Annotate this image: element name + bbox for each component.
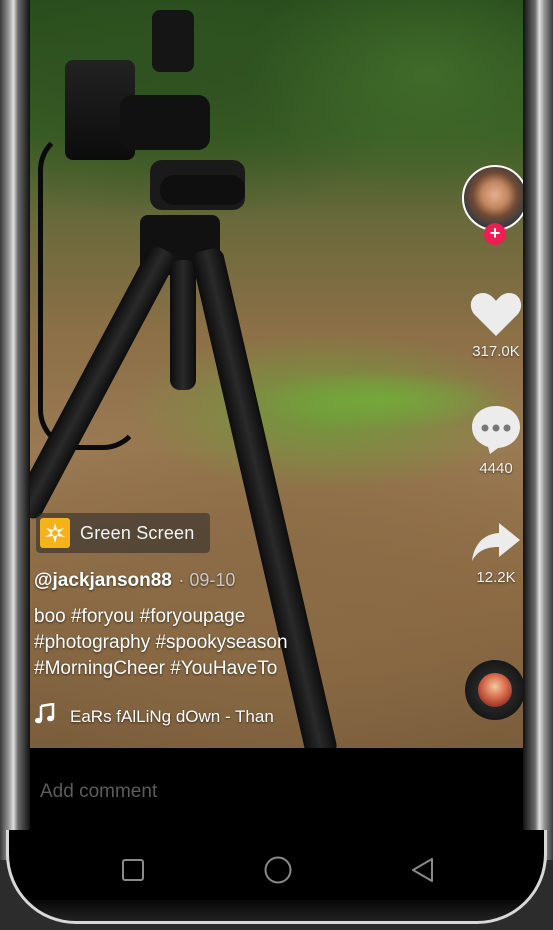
music-disc-cover [478,673,512,707]
share-count: 12.2K [476,569,516,586]
caption: boo #foryou #foryoupage #photography #sp… [34,604,434,682]
post-date: · 09-10 [178,570,236,590]
camera-lens [120,95,210,150]
screen: + 317.0K 4440 12.2K Green Screen @jackja… [30,0,523,900]
music-title: EaRs fAlLiNg dOwn - Than [70,707,274,726]
phone-bezel-left [0,0,30,930]
comment-count: 4440 [479,460,513,477]
music-note-icon [34,702,60,731]
like-count: 317.0K [472,343,520,360]
system-nav-bar [30,834,523,900]
plus-icon: + [489,223,501,243]
phone-device: + 317.0K 4440 12.2K Green Screen @jackja… [0,0,553,930]
tripod-leg-center [170,260,196,390]
username[interactable]: @jackjanson88 [34,570,172,591]
caption-line: #MorningCheer #YouHaveTo [34,658,278,679]
tripod-handle [160,175,245,205]
effect-label: Green Screen [80,522,195,543]
back-button[interactable] [407,854,439,886]
music-disc[interactable] [465,660,523,720]
caption-line: #photography #spookyseason [34,632,288,653]
sparkle-icon [40,518,70,548]
comment-input[interactable] [38,776,502,808]
comment-bubble-icon [472,406,520,454]
effect-tag[interactable]: Green Screen [36,513,210,553]
share-button[interactable]: 12.2K [460,520,523,586]
recent-apps-button[interactable] [117,854,149,886]
creator-avatar[interactable] [462,165,523,231]
triangle-back-icon [412,858,433,882]
like-button[interactable]: 317.0K [460,290,523,360]
heart-icon [470,293,522,336]
music-info[interactable]: EaRs fAlLiNg dOwn - Than [34,702,310,731]
square-icon [122,859,144,881]
share-arrow-icon [472,523,520,561]
home-button[interactable] [262,854,294,886]
camera-flash [152,10,194,72]
caption-line: boo #foryou #foryoupage [34,606,246,627]
phone-bezel-right [523,0,553,930]
comment-bar [30,748,523,834]
follow-button[interactable]: + [484,223,506,245]
circle-icon [264,856,292,884]
post-meta: @jackjanson88 · 09-10 [34,570,235,592]
comment-button[interactable]: 4440 [460,403,523,477]
